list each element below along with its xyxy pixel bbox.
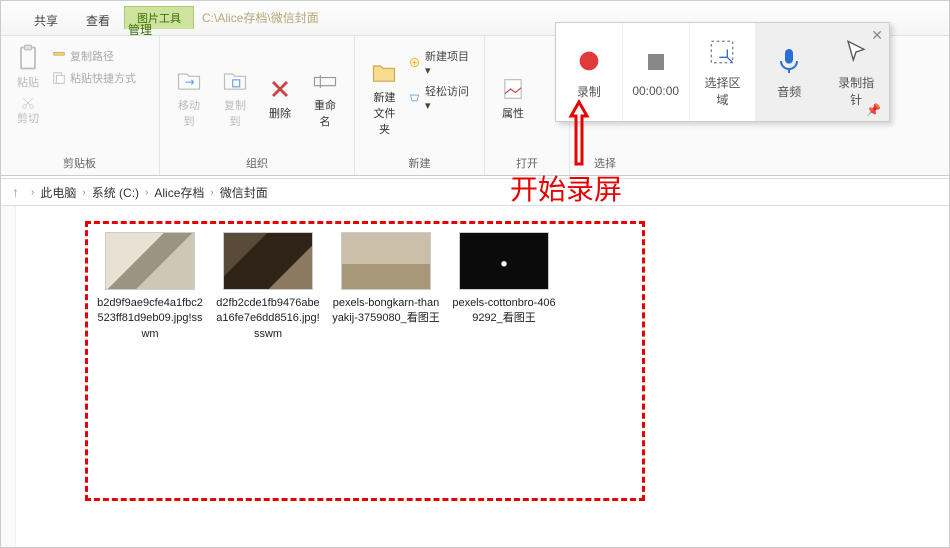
paste-shortcut-label: 粘贴快捷方式 — [70, 70, 136, 86]
breadcrumb-folder1[interactable]: Alice存档 — [154, 184, 204, 201]
chevron-right-icon: › — [80, 187, 87, 198]
easy-access-button[interactable]: 轻松访问 ▾ — [408, 81, 474, 114]
stop-icon — [640, 46, 672, 78]
cursor-icon — [840, 36, 872, 68]
stop-button[interactable]: 00:00:00 — [623, 23, 690, 121]
ribbon-group-organize: 移动到 复制到 删除 重命名 组织 — [160, 36, 355, 175]
paste-button[interactable]: 粘贴 — [10, 42, 46, 92]
rename-label: 重命名 — [310, 97, 340, 129]
properties-label: 属性 — [502, 105, 524, 121]
breadcrumb-this-pc[interactable]: 此电脑 — [40, 184, 76, 201]
breadcrumb-folder2[interactable]: 微信封面 — [220, 184, 268, 201]
file-name-label: pexels-cottonbro-4069292_看图王 — [450, 296, 558, 327]
new-folder-button[interactable]: 新建 文件夹 — [365, 42, 404, 153]
properties-icon — [499, 75, 527, 103]
breadcrumb-root-chevron[interactable]: › — [29, 187, 36, 198]
address-path-label: C:\Alice存档\微信封面 — [202, 9, 319, 26]
microphone-icon — [773, 45, 805, 77]
annotation-arrow-icon — [567, 98, 591, 168]
audio-label: 音频 — [777, 83, 801, 100]
thumbnail-icon — [459, 232, 549, 290]
new-item-button[interactable]: 新建项目 ▾ — [408, 46, 474, 79]
copy-path-icon — [52, 49, 66, 63]
breadcrumb-drive[interactable]: 系统 (C:) — [92, 184, 139, 201]
breadcrumb-bar: ↑ › 此电脑 › 系统 (C:) › Alice存档 › 微信封面 — [0, 178, 950, 206]
shortcut-icon — [52, 71, 66, 85]
file-item[interactable]: pexels-cottonbro-4069292_看图王 — [450, 232, 558, 327]
cut-button[interactable]: 剪切 — [10, 94, 46, 128]
chevron-right-icon: › — [143, 187, 150, 198]
file-grid: b2d9f9ae9cfe4a1fbc2523ff81d9eb09.jpg!ssw… — [85, 221, 645, 501]
delete-icon — [266, 75, 294, 103]
rename-button[interactable]: 重命名 — [306, 42, 344, 153]
select-region-button[interactable]: 选择区 域 — [690, 23, 757, 121]
move-to-label: 移动到 — [174, 97, 204, 129]
region-icon — [706, 36, 738, 68]
record-icon — [573, 45, 605, 77]
recording-toolbar: ✕ 📌 录制 00:00:00 选择区 域 音频 录制指 针 — [555, 22, 890, 122]
organize-group-label: 组织 — [170, 153, 344, 171]
nav-sidebar[interactable] — [0, 206, 16, 548]
copy-path-label: 复制路径 — [70, 48, 114, 64]
copy-to-icon — [221, 67, 249, 95]
move-to-icon — [175, 67, 203, 95]
move-to-button[interactable]: 移动到 — [170, 42, 208, 153]
new-folder-label: 新建 文件夹 — [369, 89, 400, 137]
annotation-text: 开始录屏 — [510, 168, 622, 208]
record-label: 录制 — [577, 83, 601, 100]
copy-path-button[interactable]: 复制路径 — [52, 46, 136, 66]
time-label: 00:00:00 — [632, 84, 679, 98]
clipboard-icon — [14, 44, 42, 72]
copy-to-button[interactable]: 复制到 — [216, 42, 254, 153]
delete-label: 删除 — [269, 105, 291, 121]
file-name-label: d2fb2cde1fb9476abea16fe7e6dd8516.jpg!ssw… — [214, 296, 322, 342]
tab-view[interactable]: 查看 — [72, 6, 124, 35]
copy-to-label: 复制到 — [220, 97, 250, 129]
file-item[interactable]: pexels-bongkarn-thanyakij-3759080_看图王 — [332, 232, 440, 327]
file-item[interactable]: d2fb2cde1fb9476abea16fe7e6dd8516.jpg!ssw… — [214, 232, 322, 342]
ribbon-group-new: 新建 文件夹 新建项目 ▾ 轻松访问 ▾ 新建 — [355, 36, 485, 175]
new-folder-icon — [370, 59, 398, 87]
rename-icon — [311, 67, 339, 95]
ribbon-group-clipboard: 粘贴 剪切 复制路径 粘贴快捷方式 剪贴 — [0, 36, 160, 175]
new-item-icon — [408, 56, 421, 70]
cut-label: 剪切 — [17, 110, 39, 126]
tab-share[interactable]: 共享 — [20, 6, 72, 35]
thumbnail-icon — [341, 232, 431, 290]
breadcrumb-back-icon[interactable]: ↑ — [12, 184, 19, 200]
chevron-right-icon: › — [208, 187, 215, 198]
audio-button[interactable]: 音频 — [756, 23, 823, 121]
new-group-label: 新建 — [365, 153, 474, 171]
thumbnail-icon — [223, 232, 313, 290]
file-name-label: b2d9f9ae9cfe4a1fbc2523ff81d9eb09.jpg!ssw… — [96, 296, 204, 342]
clipboard-group-label: 剪贴板 — [10, 153, 149, 171]
file-name-label: pexels-bongkarn-thanyakij-3759080_看图王 — [332, 296, 440, 327]
scissors-icon — [21, 96, 35, 110]
paste-label: 粘贴 — [17, 74, 39, 90]
thumbnail-icon — [105, 232, 195, 290]
new-item-label: 新建项目 ▾ — [425, 48, 474, 77]
paste-shortcut-button[interactable]: 粘贴快捷方式 — [52, 68, 136, 88]
region-label: 选择区 域 — [704, 74, 740, 108]
content-area: b2d9f9ae9cfe4a1fbc2523ff81d9eb09.jpg!ssw… — [0, 206, 950, 548]
recording-close-button[interactable]: ✕ — [871, 27, 883, 44]
recording-pin-icon[interactable]: 📌 — [866, 103, 881, 117]
easy-access-label: 轻松访问 ▾ — [425, 83, 474, 112]
easy-access-icon — [408, 91, 421, 105]
delete-button[interactable]: 删除 — [262, 42, 298, 153]
properties-button[interactable]: 属性 — [495, 42, 531, 153]
file-item[interactable]: b2d9f9ae9cfe4a1fbc2523ff81d9eb09.jpg!ssw… — [96, 232, 204, 342]
